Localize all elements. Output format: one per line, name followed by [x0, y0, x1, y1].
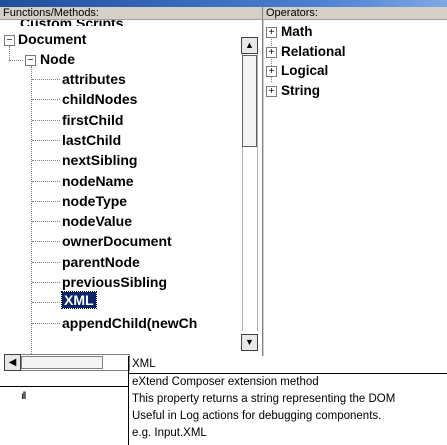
tree-guide [9, 46, 10, 60]
plus-box-icon[interactable]: + [266, 27, 277, 38]
description-type: eXtend Composer extension method [132, 376, 319, 388]
tree-item-nodevalue[interactable]: nodeValue [62, 211, 132, 231]
tree-item-firstchild[interactable]: firstChild [62, 110, 123, 130]
minus-box-icon[interactable]: − [25, 55, 36, 66]
description-example: e.g. Input.XML [132, 427, 207, 439]
plus-box-icon[interactable]: + [266, 85, 277, 97]
tree-item-lastchild[interactable]: lastChild [62, 130, 121, 150]
tree-guide [32, 200, 60, 202]
title-bar-gradient [0, 0, 447, 7]
tree-item-parentnode[interactable]: parentNode [62, 252, 140, 272]
tree-item-previoussibling[interactable]: previousSibling [62, 272, 167, 292]
tree-guide [32, 221, 60, 223]
tree-item-nextsibling[interactable]: nextSibling [62, 150, 137, 170]
operator-relational[interactable]: Relational [281, 42, 346, 62]
tree-guide [32, 302, 60, 304]
tree-guide [32, 79, 60, 80]
minus-box-icon[interactable]: − [4, 35, 15, 46]
separator [0, 386, 128, 387]
operators-header: Operators: [263, 7, 447, 20]
tree-guide [32, 119, 60, 121]
status-area: ıll [0, 356, 128, 445]
plus-box-icon[interactable]: + [266, 66, 277, 77]
functions-header: Functions/Methods: [0, 7, 262, 20]
tree-guide [32, 139, 60, 141]
tree-guide [9, 60, 23, 61]
tree-guide [32, 282, 60, 283]
operator-logical[interactable]: Logical [281, 61, 328, 81]
vertical-scrollbar[interactable]: ▲ ▼ [241, 37, 258, 353]
tree-item-node[interactable]: Node [40, 49, 75, 69]
scroll-thumb[interactable] [242, 55, 257, 147]
tree-guide [32, 241, 60, 243]
tree-item-xml[interactable]: XML [61, 291, 97, 310]
description-usage: Useful in Log actions for debugging comp… [132, 410, 382, 422]
tree-item-ownerdocument[interactable]: ownerDocument [62, 231, 172, 251]
tree-guide [32, 180, 60, 182]
operators-tree[interactable]: + Math + Relational + Logical + String [263, 20, 447, 356]
description-title: XML [129, 356, 447, 374]
scroll-up-arrow-icon[interactable]: ▲ [241, 37, 258, 54]
tree-guide [31, 66, 32, 354]
tree-guide [32, 99, 60, 101]
signal-bars-icon: ıll [21, 391, 26, 402]
tree-item-childnodes[interactable]: childNodes [62, 89, 137, 109]
operator-string[interactable]: String [281, 81, 320, 101]
tree-item-appendchild-newch[interactable]: appendChild(newCh [62, 313, 197, 333]
description-panel: XML eXtend Composer extension method Thi… [128, 356, 447, 445]
operator-math[interactable]: Math [281, 22, 313, 42]
tree-item-document[interactable]: Document [18, 29, 86, 49]
tree-guide [32, 261, 60, 263]
tree-item-nodename[interactable]: nodeName [62, 171, 134, 191]
functions-tree[interactable]: Custom Scripts − Document − Node attribu… [0, 20, 262, 356]
tree-guide [32, 322, 60, 324]
tree-guide [32, 160, 60, 162]
tree-item-attributes[interactable]: attributes [62, 69, 126, 89]
tree-item-nodetype[interactable]: nodeType [62, 191, 127, 211]
scroll-down-arrow-icon[interactable]: ▼ [241, 334, 258, 351]
tree-item-custom-scripts[interactable]: Custom Scripts [20, 20, 123, 26]
description-text: This property returns a string represent… [132, 393, 396, 405]
plus-box-icon[interactable]: + [266, 46, 277, 58]
